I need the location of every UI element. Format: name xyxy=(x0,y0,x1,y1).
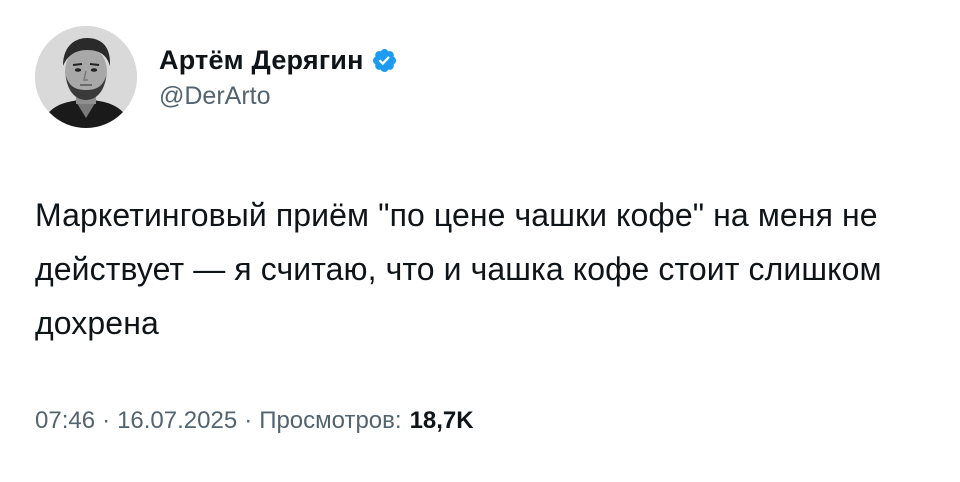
tweet-time[interactable]: 07:46 xyxy=(35,407,95,435)
avatar[interactable] xyxy=(35,26,137,128)
views-count[interactable]: 18,7K xyxy=(410,407,474,435)
author-handle[interactable]: @DerArto xyxy=(159,82,398,111)
tweet-card: Артём Дерягин @DerArto Маркетинговый при… xyxy=(0,0,960,482)
tweet-header: Артём Дерягин @DerArto xyxy=(35,26,398,128)
meta-separator: · xyxy=(244,407,253,434)
tweet-meta: 07:46 · 16.07.2025 · Просмотров: 18,7K xyxy=(35,407,474,435)
author-info: Артём Дерягин @DerArto xyxy=(159,44,398,111)
verified-badge-icon xyxy=(371,47,398,74)
tweet-date[interactable]: 16.07.2025 xyxy=(117,407,237,435)
avatar-photo xyxy=(35,26,137,128)
name-row: Артём Дерягин xyxy=(159,44,398,78)
meta-separator: · xyxy=(102,407,111,434)
author-display-name[interactable]: Артём Дерягин xyxy=(159,45,364,76)
tweet-text: Маркетинговый приём "по цене чашки кофе"… xyxy=(35,197,882,341)
views-label: Просмотров: xyxy=(259,407,402,434)
